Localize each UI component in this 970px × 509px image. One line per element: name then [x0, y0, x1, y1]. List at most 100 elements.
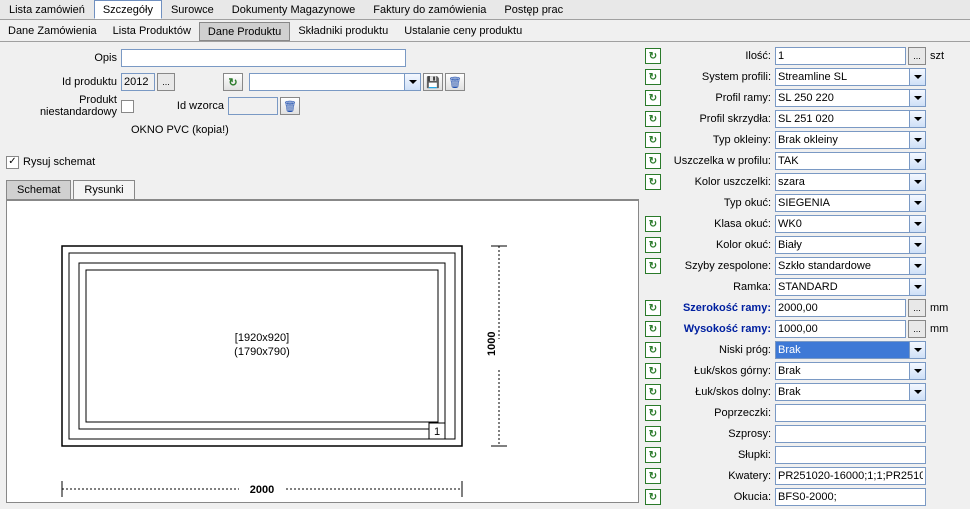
prop-input[interactable] [775, 47, 906, 65]
prop-combo-input[interactable] [775, 110, 909, 128]
prop-input[interactable] [775, 467, 926, 485]
prop-combo-input[interactable] [775, 215, 909, 233]
prop-combo-input[interactable] [775, 341, 909, 359]
inner-tab-1[interactable]: Rysunki [73, 180, 134, 199]
refresh-prop-icon[interactable]: ↻ [645, 405, 661, 421]
refresh-icon[interactable]: ↻ [223, 73, 243, 91]
sub-tab-0[interactable]: Dane Zamówienia [0, 22, 105, 41]
refresh-prop-icon[interactable]: ↻ [645, 216, 661, 232]
id-wzorca-input[interactable] [228, 97, 278, 115]
refresh-prop-icon[interactable]: ↻ [645, 342, 661, 358]
refresh-prop-icon[interactable]: ↻ [645, 90, 661, 106]
top-tab-3[interactable]: Dokumenty Magazynowe [223, 0, 365, 19]
sub-tab-1[interactable]: Lista Produktów [105, 22, 199, 41]
refresh-prop-icon[interactable]: ↻ [645, 48, 661, 64]
refresh-prop-icon[interactable]: ↻ [645, 489, 661, 505]
prop-combo-input[interactable] [775, 89, 909, 107]
prop-input[interactable] [775, 488, 926, 506]
refresh-prop-icon[interactable]: ↻ [645, 447, 661, 463]
inner-tab-0[interactable]: Schemat [6, 180, 71, 199]
sub-tab-2[interactable]: Dane Produktu [199, 22, 290, 41]
dropdown-icon[interactable] [909, 194, 926, 212]
dropdown-icon[interactable] [404, 73, 421, 91]
prop-combo-input[interactable] [775, 278, 909, 296]
product-combo-input[interactable] [249, 73, 404, 91]
prop-combo-input[interactable] [775, 362, 909, 380]
refresh-prop-icon[interactable]: ↻ [645, 426, 661, 442]
refresh-prop-icon[interactable]: ↻ [645, 237, 661, 253]
dropdown-icon[interactable] [909, 68, 926, 86]
top-tab-5[interactable]: Postęp prac [495, 0, 572, 19]
prop-combo[interactable] [775, 152, 926, 170]
sub-tab-4[interactable]: Ustalanie ceny produktu [396, 22, 530, 41]
id-produktu-input[interactable] [121, 73, 155, 91]
dropdown-icon[interactable] [909, 278, 926, 296]
prop-combo[interactable] [775, 278, 926, 296]
prop-combo[interactable] [775, 68, 926, 86]
prop-combo[interactable] [775, 173, 926, 191]
dropdown-icon[interactable] [909, 362, 926, 380]
dropdown-icon[interactable] [909, 110, 926, 128]
dropdown-icon[interactable] [909, 257, 926, 275]
prop-input[interactable] [775, 425, 926, 443]
top-tab-4[interactable]: Faktury do zamówienia [364, 0, 495, 19]
prop-combo-input[interactable] [775, 152, 909, 170]
save-icon[interactable]: 💾 [423, 73, 443, 91]
prop-combo-input[interactable] [775, 194, 909, 212]
dropdown-icon[interactable] [909, 236, 926, 254]
dropdown-icon[interactable] [909, 89, 926, 107]
prop-combo-input[interactable] [775, 131, 909, 149]
top-tab-0[interactable]: Lista zamówień [0, 0, 94, 19]
refresh-prop-icon[interactable]: ↻ [645, 321, 661, 337]
prop-combo[interactable] [775, 194, 926, 212]
refresh-prop-icon[interactable]: ↻ [645, 363, 661, 379]
prop-combo[interactable] [775, 131, 926, 149]
refresh-prop-icon[interactable]: ↻ [645, 69, 661, 85]
delete-icon[interactable]: 🗑 [445, 73, 465, 91]
prop-combo-input[interactable] [775, 236, 909, 254]
dropdown-icon[interactable] [909, 131, 926, 149]
svg-text:[1920x920]: [1920x920] [235, 332, 289, 344]
prop-combo[interactable] [775, 341, 926, 359]
prop-combo-input[interactable] [775, 257, 909, 275]
prop-browse-button[interactable]: ... [908, 320, 926, 338]
delete-wzorca-icon[interactable]: 🗑 [280, 97, 300, 115]
refresh-prop-icon[interactable]: ↻ [645, 153, 661, 169]
prop-browse-button[interactable]: ... [908, 47, 926, 65]
refresh-prop-icon[interactable]: ↻ [645, 384, 661, 400]
refresh-prop-icon[interactable]: ↻ [645, 174, 661, 190]
niestandardowy-checkbox[interactable] [121, 100, 134, 113]
prop-combo[interactable] [775, 236, 926, 254]
dropdown-icon[interactable] [909, 215, 926, 233]
refresh-prop-icon[interactable]: ↻ [645, 468, 661, 484]
dropdown-icon[interactable] [909, 152, 926, 170]
dropdown-icon[interactable] [909, 341, 926, 359]
prop-combo[interactable] [775, 89, 926, 107]
prop-combo[interactable] [775, 383, 926, 401]
prop-combo-input[interactable] [775, 173, 909, 191]
product-combo[interactable] [249, 73, 421, 91]
prop-combo[interactable] [775, 362, 926, 380]
top-tab-2[interactable]: Surowce [162, 0, 223, 19]
refresh-prop-icon[interactable]: ↻ [645, 300, 661, 316]
dropdown-icon[interactable] [909, 173, 926, 191]
prop-combo-input[interactable] [775, 383, 909, 401]
prop-combo[interactable] [775, 110, 926, 128]
prop-input[interactable] [775, 299, 906, 317]
prop-input[interactable] [775, 320, 906, 338]
rysuj-schemat-checkbox[interactable] [6, 156, 19, 169]
opis-input[interactable] [121, 49, 406, 67]
prop-combo[interactable] [775, 257, 926, 275]
top-tab-1[interactable]: Szczegóły [94, 0, 162, 19]
sub-tab-3[interactable]: Składniki produktu [290, 22, 396, 41]
prop-combo[interactable] [775, 215, 926, 233]
refresh-prop-icon[interactable]: ↻ [645, 258, 661, 274]
id-produktu-browse-button[interactable]: ... [157, 73, 175, 91]
prop-input[interactable] [775, 404, 926, 422]
refresh-prop-icon[interactable]: ↻ [645, 111, 661, 127]
prop-input[interactable] [775, 446, 926, 464]
prop-combo-input[interactable] [775, 68, 909, 86]
prop-browse-button[interactable]: ... [908, 299, 926, 317]
dropdown-icon[interactable] [909, 383, 926, 401]
refresh-prop-icon[interactable]: ↻ [645, 132, 661, 148]
